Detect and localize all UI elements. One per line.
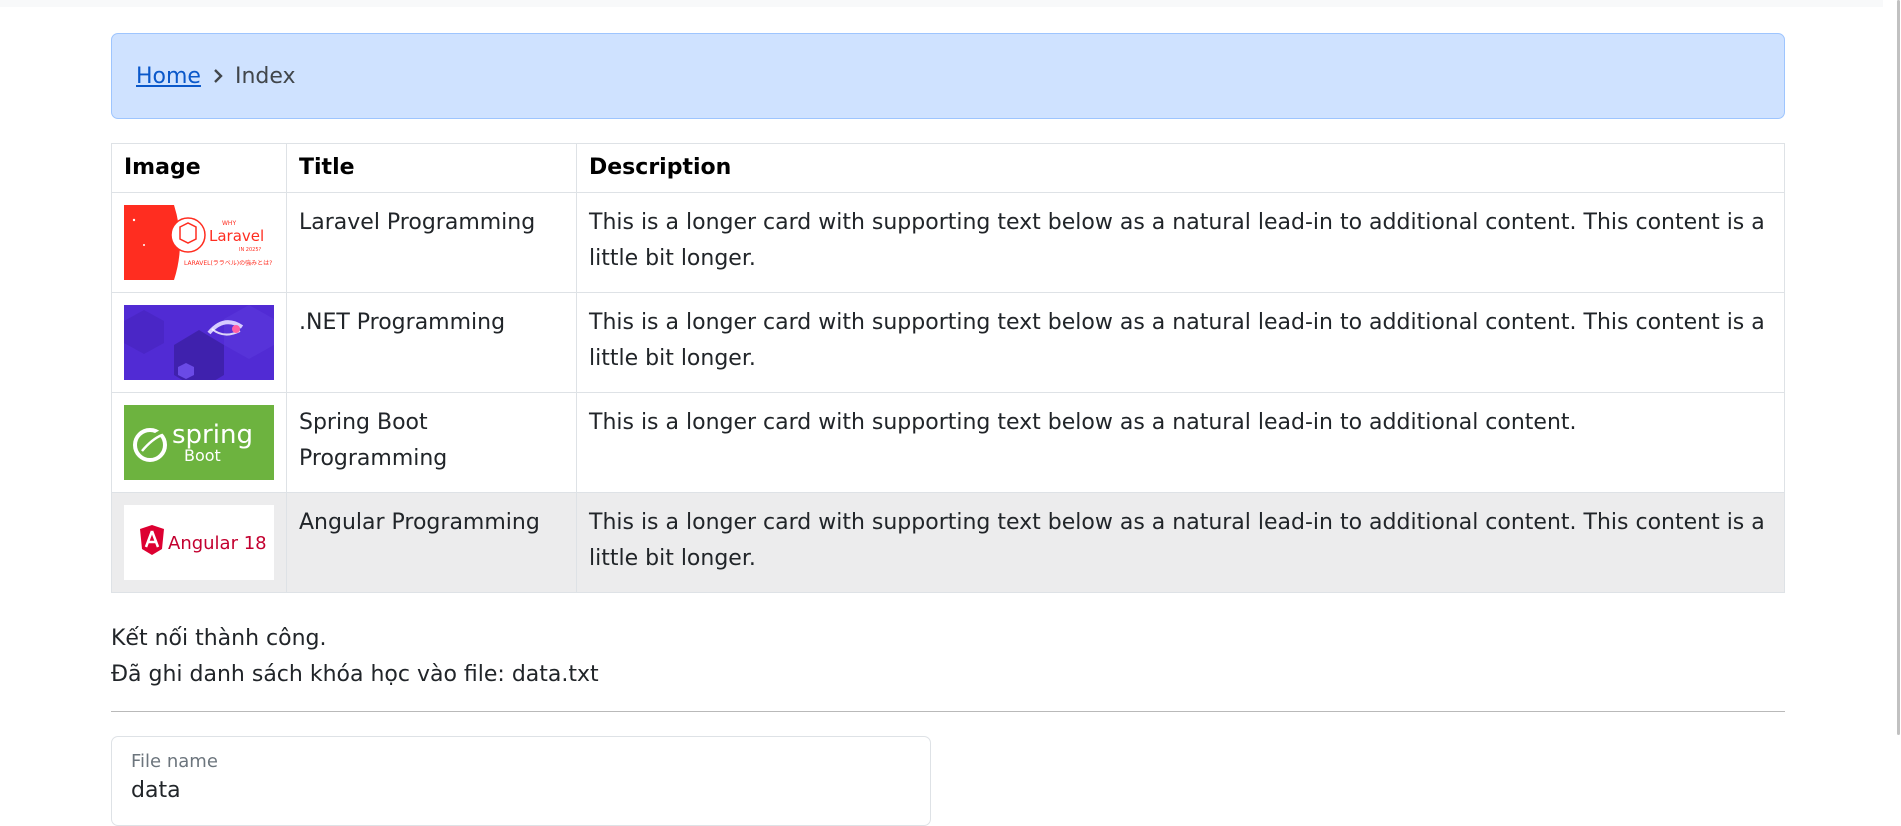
breadcrumb: Home Index: [111, 33, 1785, 119]
angular-thumb-text: Angular 18: [168, 533, 267, 554]
page-scrollbar-thumb[interactable]: [1897, 0, 1900, 735]
table-cell-image: Angular 18: [111, 492, 287, 593]
table-cell-image: [111, 292, 287, 393]
file-name-input[interactable]: [131, 778, 911, 803]
table-header-row: Image Title Description: [111, 143, 1785, 193]
table-row: spring Boot Spring Boot Programming This…: [111, 392, 1785, 493]
angular-thumbnail: Angular 18: [124, 505, 274, 580]
table-cell-description: This is a longer card with supporting te…: [576, 392, 1785, 493]
laravel-thumb-caption: LARAVEL(ララベル)の強みとは?: [184, 259, 272, 267]
table-cell-image: spring Boot: [111, 392, 287, 493]
spring-boot-thumbnail: spring Boot: [124, 405, 274, 480]
status-messages: Kết nối thành công. Đã ghi danh sách khó…: [111, 621, 1785, 693]
laravel-thumb-year: IN 2025?: [239, 247, 262, 253]
table-cell-description: This is a longer card with supporting te…: [576, 292, 1785, 393]
table-cell-title: Spring Boot Programming: [286, 392, 577, 493]
column-header-title: Title: [286, 143, 577, 193]
file-name-field[interactable]: File name: [111, 736, 931, 826]
table-cell-title: .NET Programming: [286, 292, 577, 393]
courses-table: Image Title Description WHY Laravel IN 2…: [111, 143, 1785, 593]
column-header-description: Description: [576, 143, 1785, 193]
chevron-right-icon: [213, 69, 223, 83]
divider: [111, 711, 1785, 712]
table-cell-description: This is a longer card with supporting te…: [576, 192, 1785, 293]
column-header-image: Image: [111, 143, 287, 193]
laravel-thumb-text: Laravel: [209, 227, 264, 245]
dotnet-thumbnail: [124, 305, 274, 380]
file-write-status-text: Đã ghi danh sách khóa học vào file: data…: [111, 662, 599, 687]
laravel-thumb-why: WHY: [222, 220, 236, 227]
file-name-label: File name: [131, 751, 218, 772]
breadcrumb-home-link[interactable]: Home: [136, 64, 201, 89]
browser-top-strip: [0, 0, 1901, 7]
connection-status-text: Kết nối thành công.: [111, 626, 327, 651]
table-cell-title: Angular Programming: [286, 492, 577, 593]
table-cell-description: This is a longer card with supporting te…: [576, 492, 1785, 593]
breadcrumb-current: Index: [234, 63, 296, 89]
laravel-thumbnail: WHY Laravel IN 2025? LARAVEL(ララベル)の強みとは?: [124, 205, 274, 280]
table-row: .NET Programming This is a longer card w…: [111, 292, 1785, 393]
main-container: Home Index Image Title Description WHY L…: [111, 33, 1785, 826]
table-cell-title: Laravel Programming: [286, 192, 577, 293]
table-row: Angular 18 Angular Programming This is a…: [111, 492, 1785, 593]
table-row: WHY Laravel IN 2025? LARAVEL(ララベル)の強みとは?…: [111, 192, 1785, 293]
spring-thumb-subtext: Boot: [184, 446, 221, 465]
table-cell-image: WHY Laravel IN 2025? LARAVEL(ララベル)の強みとは?: [111, 192, 287, 293]
